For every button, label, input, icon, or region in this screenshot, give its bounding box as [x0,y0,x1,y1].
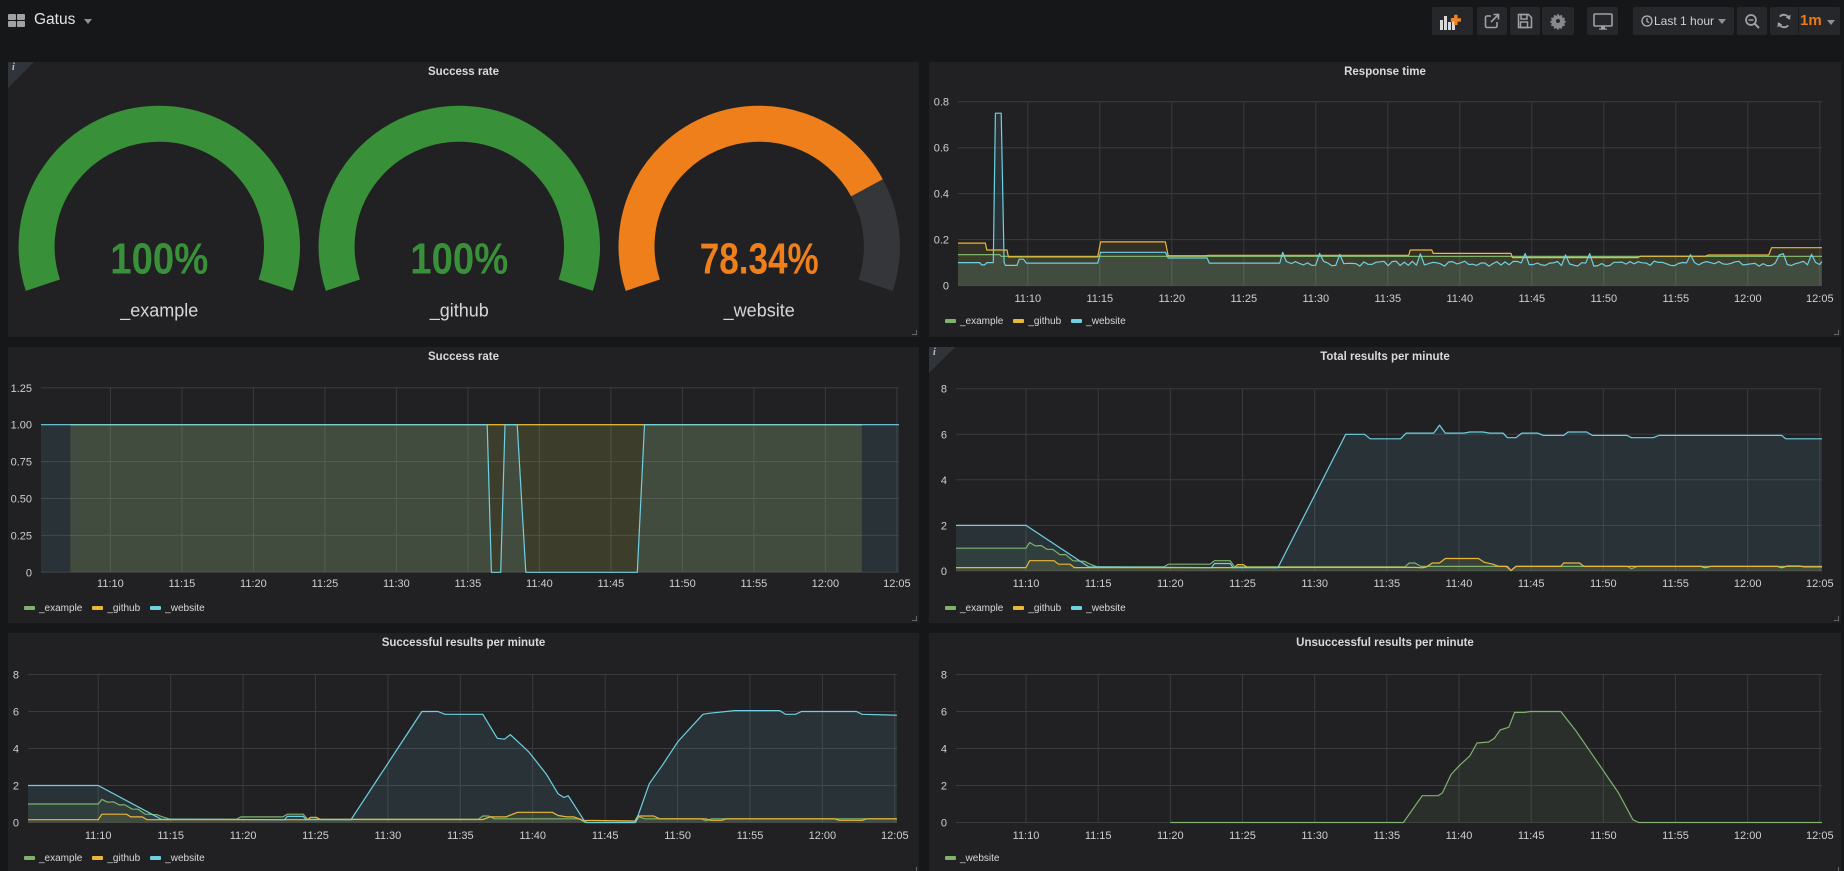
svg-text:12:00: 12:00 [1734,578,1762,590]
svg-text:11:35: 11:35 [1374,293,1401,305]
svg-text:11:55: 11:55 [741,578,768,590]
svg-text:12:05: 12:05 [1806,578,1834,590]
svg-text:11:45: 11:45 [1518,293,1545,305]
svg-text:0.6: 0.6 [934,143,949,155]
svg-text:11:30: 11:30 [1301,830,1328,842]
svg-text:11:40: 11:40 [1446,830,1473,842]
svg-text:0: 0 [26,567,32,579]
svg-text:8: 8 [941,384,947,396]
svg-text:11:45: 11:45 [1518,578,1545,590]
svg-text:11:55: 11:55 [1662,830,1689,842]
svg-text:6: 6 [941,707,947,719]
svg-text:11:25: 11:25 [302,830,329,842]
svg-text:100%: 100% [110,235,208,284]
svg-text:0.50: 0.50 [11,494,32,506]
svg-text:11:25: 11:25 [1229,830,1256,842]
svg-text:11:50: 11:50 [669,578,696,590]
svg-text:0: 0 [943,281,949,293]
svg-text:12:00: 12:00 [812,578,840,590]
svg-text:_website: _website [723,301,795,322]
svg-text:11:10: 11:10 [1013,578,1040,590]
svg-text:11:30: 11:30 [1301,578,1328,590]
svg-text:4: 4 [941,475,947,487]
svg-text:11:35: 11:35 [1373,830,1400,842]
svg-text:11:15: 11:15 [1085,578,1112,590]
svg-text:_github: _github [429,301,489,322]
svg-text:11:35: 11:35 [1373,578,1400,590]
svg-text:4: 4 [941,744,947,756]
svg-text:11:20: 11:20 [230,830,257,842]
svg-text:11:55: 11:55 [737,830,764,842]
svg-text:12:05: 12:05 [883,578,911,590]
svg-text:4: 4 [13,744,19,756]
svg-text:11:50: 11:50 [1590,830,1617,842]
svg-text:100%: 100% [410,235,508,284]
svg-text:12:05: 12:05 [881,830,909,842]
svg-text:11:15: 11:15 [169,578,196,590]
svg-text:11:10: 11:10 [1013,830,1040,842]
svg-text:8: 8 [941,670,947,682]
svg-text:11:15: 11:15 [1085,830,1112,842]
svg-text:12:00: 12:00 [1734,293,1762,305]
svg-text:11:25: 11:25 [1230,293,1257,305]
svg-text:2: 2 [13,781,19,793]
svg-text:11:35: 11:35 [447,830,474,842]
svg-text:0.25: 0.25 [11,530,32,542]
svg-text:0: 0 [941,818,947,830]
svg-text:11:50: 11:50 [1590,578,1617,590]
svg-text:8: 8 [13,670,19,682]
svg-text:11:20: 11:20 [1157,830,1184,842]
svg-text:11:30: 11:30 [383,578,410,590]
svg-text:0: 0 [941,566,947,578]
svg-text:0.2: 0.2 [934,235,949,247]
svg-text:11:40: 11:40 [1446,293,1473,305]
svg-text:11:10: 11:10 [97,578,124,590]
svg-text:2: 2 [941,781,947,793]
svg-text:0.75: 0.75 [11,457,32,469]
svg-text:11:15: 11:15 [157,830,184,842]
svg-text:11:45: 11:45 [598,578,625,590]
svg-text:12:05: 12:05 [1806,293,1834,305]
svg-text:0.8: 0.8 [934,97,949,109]
svg-text:11:20: 11:20 [1158,293,1185,305]
svg-text:11:10: 11:10 [1014,293,1041,305]
svg-text:0: 0 [13,818,19,830]
svg-text:11:25: 11:25 [1229,578,1256,590]
svg-text:11:30: 11:30 [1302,293,1329,305]
svg-text:11:40: 11:40 [526,578,553,590]
svg-text:11:25: 11:25 [312,578,339,590]
svg-text:0.4: 0.4 [934,189,949,201]
svg-text:1.25: 1.25 [11,383,32,395]
svg-text:6: 6 [13,707,19,719]
svg-text:11:45: 11:45 [1518,830,1545,842]
svg-text:11:20: 11:20 [240,578,267,590]
svg-text:11:35: 11:35 [455,578,482,590]
svg-text:11:50: 11:50 [1590,293,1617,305]
svg-text:2: 2 [941,520,947,532]
svg-text:11:45: 11:45 [592,830,619,842]
svg-text:6: 6 [941,429,947,441]
svg-text:12:00: 12:00 [809,830,837,842]
svg-text:11:10: 11:10 [85,830,112,842]
svg-text:11:40: 11:40 [519,830,546,842]
svg-text:11:50: 11:50 [664,830,691,842]
svg-text:11:15: 11:15 [1086,293,1113,305]
svg-text:78.34%: 78.34% [700,235,819,284]
svg-text:11:55: 11:55 [1662,578,1689,590]
svg-text:_example: _example [119,301,198,322]
svg-text:12:00: 12:00 [1734,830,1762,842]
svg-text:12:05: 12:05 [1806,830,1834,842]
svg-text:11:30: 11:30 [375,830,402,842]
svg-text:1.00: 1.00 [11,420,32,432]
svg-text:11:55: 11:55 [1662,293,1689,305]
svg-text:11:40: 11:40 [1446,578,1473,590]
svg-text:11:20: 11:20 [1157,578,1184,590]
